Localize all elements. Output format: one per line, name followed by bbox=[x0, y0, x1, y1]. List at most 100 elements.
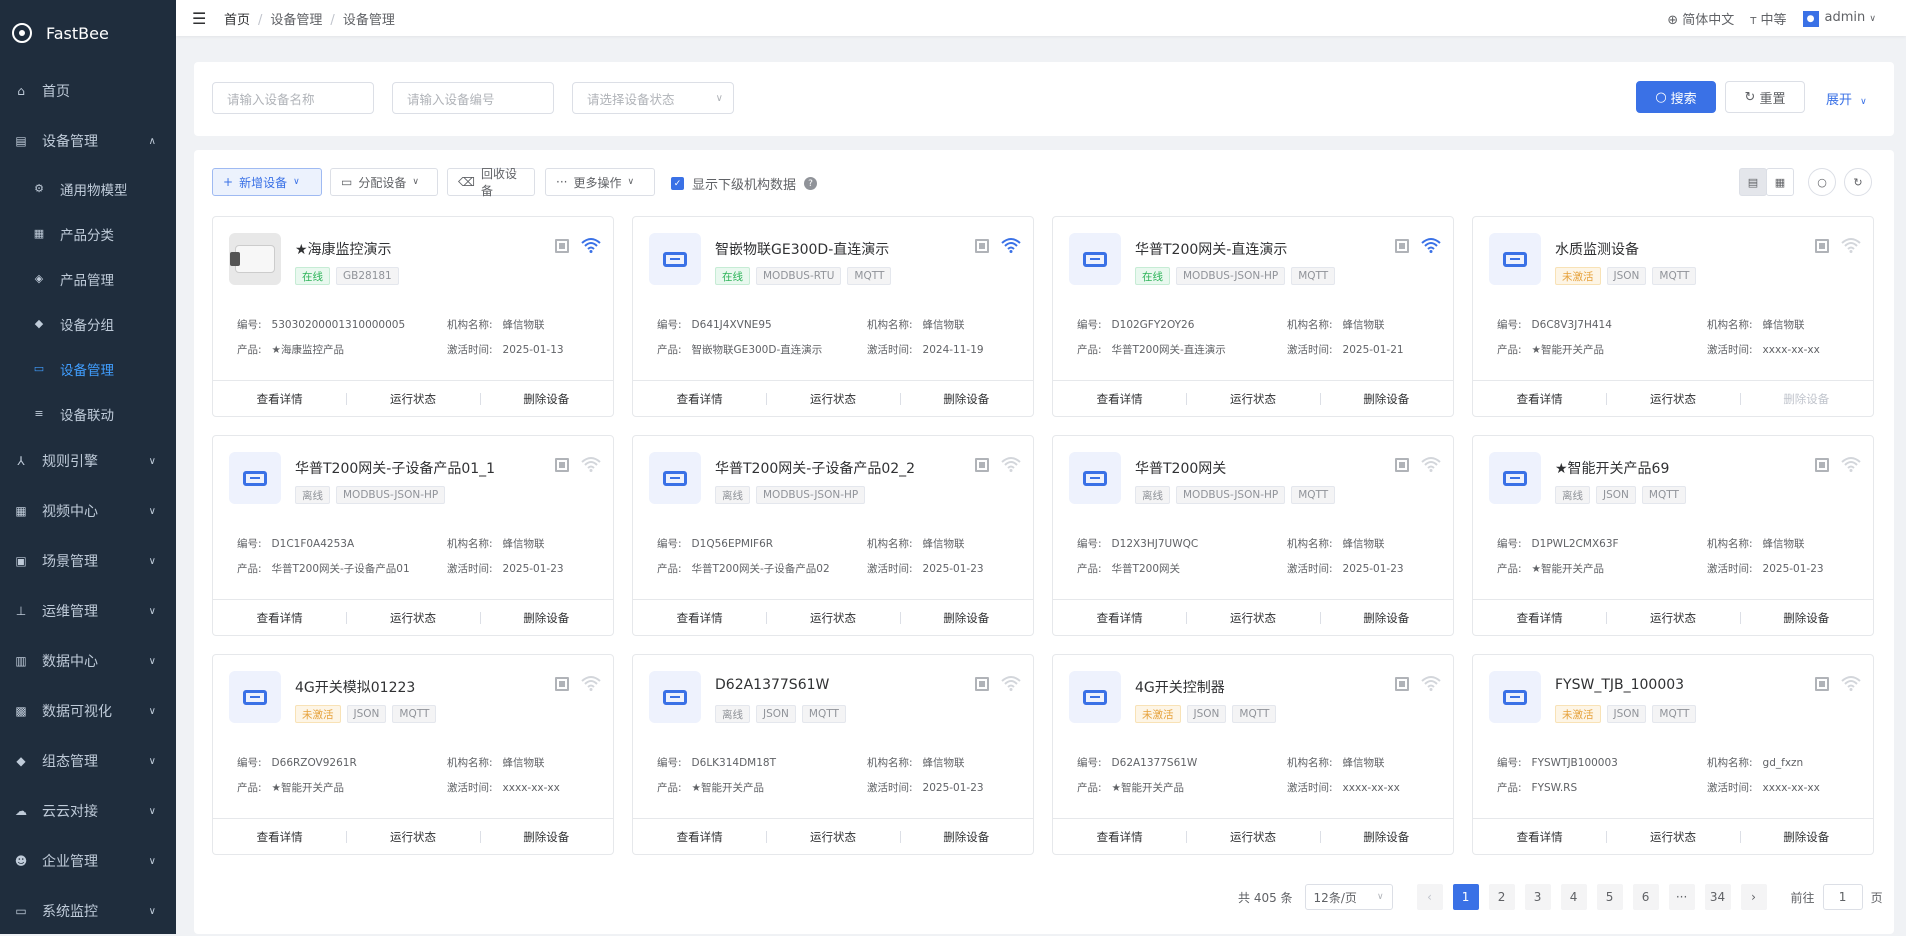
delete-device-button[interactable]: 删除设备 bbox=[479, 819, 613, 854]
page-size-select[interactable]: 12条/页 ∨ bbox=[1304, 884, 1393, 910]
view-details-button[interactable]: 查看详情 bbox=[1473, 381, 1606, 416]
search-toggle-button[interactable]: ○ bbox=[1808, 168, 1836, 196]
sidebar-item-16[interactable]: ☻ 企业管理 ∨ bbox=[0, 836, 176, 886]
device-name[interactable]: 华普T200网关-子设备产品01_1 bbox=[295, 458, 495, 478]
refresh-button[interactable]: ↻ bbox=[1844, 168, 1872, 196]
qrcode-icon[interactable] bbox=[555, 677, 569, 691]
delete-device-button[interactable]: 删除设备 bbox=[899, 819, 1033, 854]
delete-device-button[interactable]: 删除设备 bbox=[1739, 600, 1873, 635]
device-name[interactable]: 华普T200网关-子设备产品02_2 bbox=[715, 458, 915, 478]
card-view-toggle[interactable]: ▤ bbox=[1739, 168, 1767, 196]
delete-device-button[interactable]: 删除设备 bbox=[1739, 819, 1873, 854]
run-status-button[interactable]: 运行状态 bbox=[1606, 600, 1739, 635]
run-status-button[interactable]: 运行状态 bbox=[346, 819, 479, 854]
delete-device-button[interactable]: 删除设备 bbox=[899, 381, 1033, 416]
device-name[interactable]: 水质监测设备 bbox=[1555, 239, 1639, 259]
qrcode-icon[interactable] bbox=[975, 239, 989, 253]
run-status-button[interactable]: 运行状态 bbox=[766, 819, 899, 854]
run-status-button[interactable]: 运行状态 bbox=[1606, 381, 1739, 416]
run-status-button[interactable]: 运行状态 bbox=[1186, 819, 1319, 854]
delete-device-button[interactable]: 删除设备 bbox=[479, 600, 613, 635]
add-device-button[interactable]: + 新增设备 ∨ bbox=[212, 168, 322, 196]
view-details-button[interactable]: 查看详情 bbox=[1053, 819, 1186, 854]
device-name[interactable]: 4G开关控制器 bbox=[1135, 677, 1225, 697]
more-actions-button[interactable]: ··· 更多操作 ∨ bbox=[545, 168, 655, 196]
qrcode-icon[interactable] bbox=[1395, 458, 1409, 472]
sidebar-item-7[interactable]: ≡ 设备联动 bbox=[0, 391, 176, 436]
font-size-selector[interactable]: T 中等 bbox=[1750, 9, 1786, 28]
delete-device-button[interactable]: 删除设备 bbox=[899, 600, 1033, 635]
page-button[interactable]: 4 bbox=[1560, 884, 1587, 910]
view-details-button[interactable]: 查看详情 bbox=[633, 381, 766, 416]
user-menu[interactable]: ● admin ∨ bbox=[1802, 10, 1876, 27]
prev-page-button[interactable]: ‹ bbox=[1416, 884, 1443, 910]
device-name[interactable]: ★海康监控演示 bbox=[295, 239, 392, 259]
qrcode-icon[interactable] bbox=[1815, 458, 1829, 472]
sidebar-item-4[interactable]: ◈ 产品管理 bbox=[0, 256, 176, 301]
sidebar-item-5[interactable]: ◆ 设备分组 bbox=[0, 301, 176, 346]
sidebar-item-17[interactable]: ▭ 系统监控 ∨ bbox=[0, 886, 176, 936]
view-details-button[interactable]: 查看详情 bbox=[1053, 381, 1186, 416]
device-name[interactable]: 4G开关模拟01223 bbox=[295, 677, 415, 697]
device-name[interactable]: ★智能开关产品69 bbox=[1555, 458, 1669, 478]
search-button[interactable]: ○ 搜索 bbox=[1636, 81, 1716, 113]
show-sub-org-checkbox[interactable]: ✓ 显示下级机构数据? bbox=[671, 174, 818, 193]
language-selector[interactable]: ⊕ 简体中文 bbox=[1667, 9, 1734, 28]
view-details-button[interactable]: 查看详情 bbox=[633, 600, 766, 635]
delete-device-button[interactable]: 删除设备 bbox=[1319, 381, 1453, 416]
view-details-button[interactable]: 查看详情 bbox=[213, 600, 346, 635]
sidebar-item-9[interactable]: ▦ 视频中心 ∨ bbox=[0, 486, 176, 536]
app-logo[interactable]: FastBee bbox=[0, 0, 176, 66]
expand-link[interactable]: 展开 ∨ bbox=[1826, 89, 1867, 108]
sidebar-item-12[interactable]: ▥ 数据中心 ∨ bbox=[0, 636, 176, 686]
reset-button[interactable]: ↻ 重置 bbox=[1725, 81, 1805, 113]
qrcode-icon[interactable] bbox=[555, 458, 569, 472]
delete-device-button[interactable]: 删除设备 bbox=[1319, 600, 1453, 635]
qrcode-icon[interactable] bbox=[1395, 677, 1409, 691]
device-serial-input[interactable]: 请输入设备编号 bbox=[392, 82, 554, 114]
device-name-input[interactable]: 请输入设备名称 bbox=[212, 82, 374, 114]
sidebar-item-14[interactable]: ◆ 组态管理 ∨ bbox=[0, 736, 176, 786]
page-button[interactable]: 3 bbox=[1524, 884, 1551, 910]
device-name[interactable]: 华普T200网关-直连演示 bbox=[1135, 239, 1287, 259]
device-status-select[interactable]: 请选择设备状态 ∨ bbox=[572, 82, 734, 114]
more-pages-button[interactable]: ··· bbox=[1668, 884, 1695, 910]
grid-view-toggle[interactable]: ▦ bbox=[1766, 168, 1794, 196]
page-button[interactable]: 5 bbox=[1596, 884, 1623, 910]
page-button[interactable]: 1 bbox=[1452, 884, 1479, 910]
qrcode-icon[interactable] bbox=[975, 677, 989, 691]
sidebar-item-15[interactable]: ☁ 云云对接 ∨ bbox=[0, 786, 176, 836]
hamburger-icon[interactable]: ☰ bbox=[192, 9, 212, 28]
sidebar-item-3[interactable]: ▦ 产品分类 bbox=[0, 211, 176, 256]
device-name[interactable]: FYSW_TJB_100003 bbox=[1555, 677, 1684, 693]
device-name[interactable]: 智嵌物联GE300D-直连演示 bbox=[715, 239, 889, 259]
run-status-button[interactable]: 运行状态 bbox=[1186, 600, 1319, 635]
breadcrumb-home[interactable]: 首页 bbox=[224, 13, 250, 28]
sidebar-item-0[interactable]: ⌂ 首页 bbox=[0, 66, 176, 116]
run-status-button[interactable]: 运行状态 bbox=[1186, 381, 1319, 416]
run-status-button[interactable]: 运行状态 bbox=[346, 381, 479, 416]
sidebar-item-13[interactable]: ▩ 数据可视化 ∨ bbox=[0, 686, 176, 736]
next-page-button[interactable]: › bbox=[1740, 884, 1767, 910]
sidebar-item-8[interactable]: ⅄ 规则引擎 ∨ bbox=[0, 436, 176, 486]
view-details-button[interactable]: 查看详情 bbox=[1053, 600, 1186, 635]
question-icon[interactable]: ? bbox=[804, 177, 818, 190]
sidebar-item-2[interactable]: ⚙ 通用物模型 bbox=[0, 166, 176, 211]
view-details-button[interactable]: 查看详情 bbox=[213, 381, 346, 416]
device-name[interactable]: D62A1377S61W bbox=[715, 677, 829, 693]
run-status-button[interactable]: 运行状态 bbox=[766, 381, 899, 416]
view-details-button[interactable]: 查看详情 bbox=[213, 819, 346, 854]
run-status-button[interactable]: 运行状态 bbox=[1606, 819, 1739, 854]
view-details-button[interactable]: 查看详情 bbox=[633, 819, 766, 854]
delete-device-button[interactable]: 删除设备 bbox=[1319, 819, 1453, 854]
qrcode-icon[interactable] bbox=[1815, 677, 1829, 691]
page-button[interactable]: 2 bbox=[1488, 884, 1515, 910]
view-details-button[interactable]: 查看详情 bbox=[1473, 819, 1606, 854]
qrcode-icon[interactable] bbox=[1395, 239, 1409, 253]
run-status-button[interactable]: 运行状态 bbox=[766, 600, 899, 635]
delete-device-button[interactable]: 删除设备 bbox=[479, 381, 613, 416]
qrcode-icon[interactable] bbox=[555, 239, 569, 253]
assign-device-button[interactable]: ▭ 分配设备 ∨ bbox=[330, 168, 438, 196]
sidebar-item-6[interactable]: ▭ 设备管理 bbox=[0, 346, 176, 391]
qrcode-icon[interactable] bbox=[1815, 239, 1829, 253]
